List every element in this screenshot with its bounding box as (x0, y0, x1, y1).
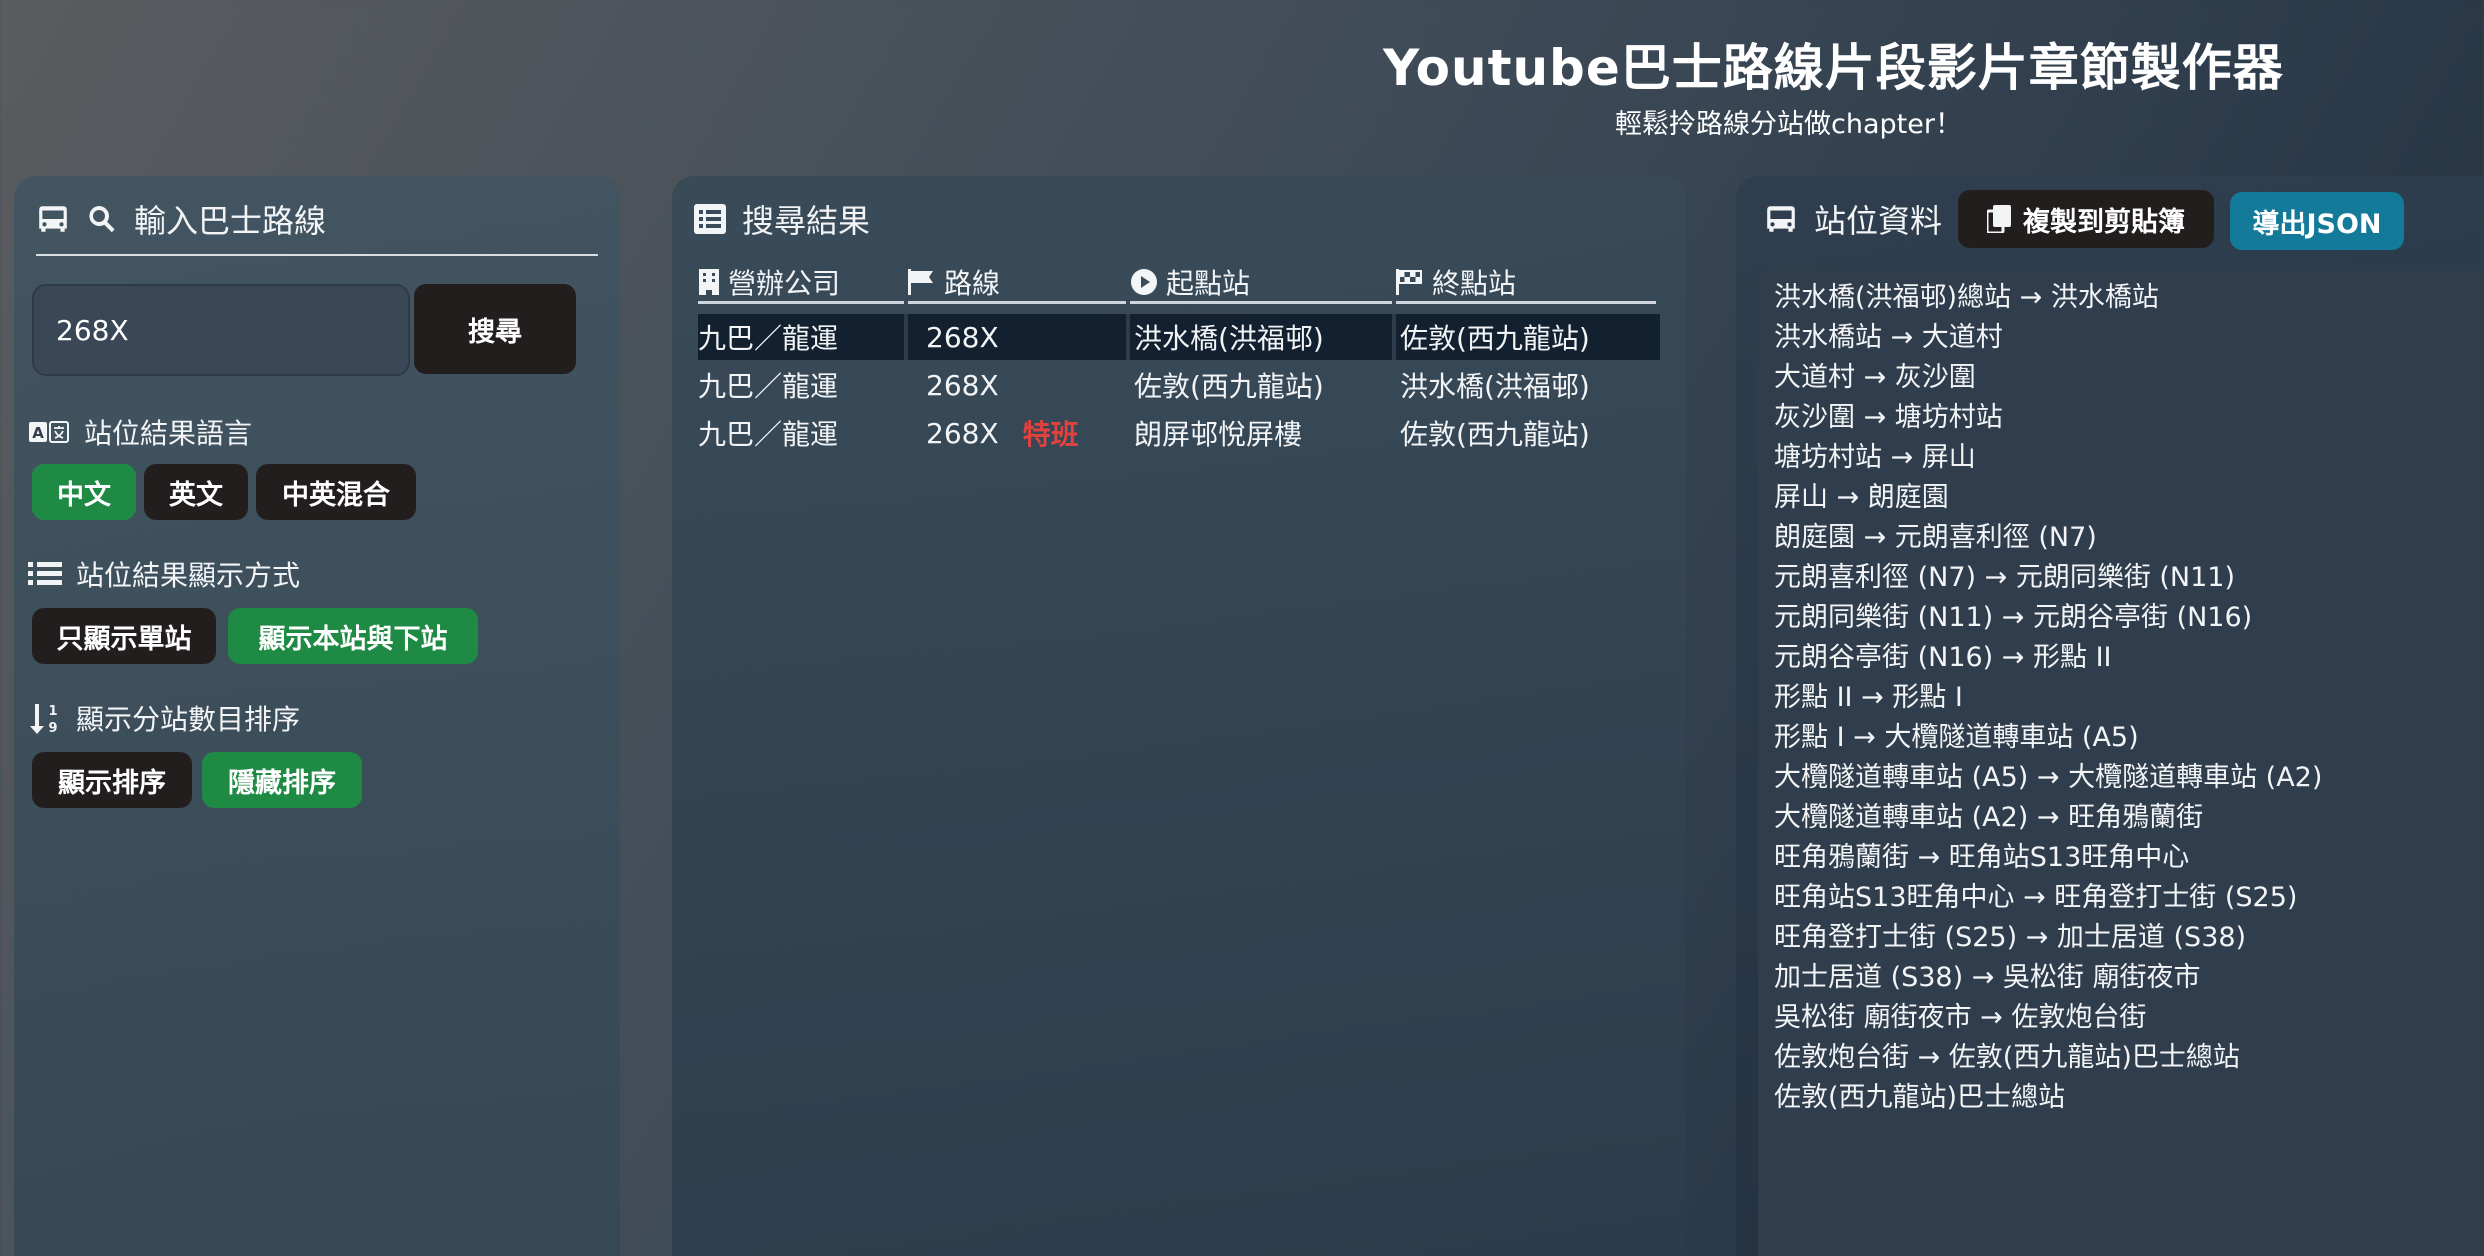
special-service-tag: 特班 (1022, 418, 1079, 451)
sort-section-label: 19 顯示分站數目排序 (28, 698, 300, 738)
display-label: 站位結果顯示方式 (76, 559, 301, 592)
lang-mixed-button[interactable]: 中英混合 (256, 464, 416, 520)
route-input-title: 輸入巴士路線 (134, 202, 327, 240)
col-company[interactable]: 營辦公司 (698, 262, 904, 304)
route-search-value: 268X (56, 313, 129, 347)
display-section-label: 站位結果顯示方式 (28, 554, 300, 594)
stop-item: 吳松街 廟街夜市 → 佐敦炮台街 (1774, 1002, 2147, 1033)
lang-english-button[interactable]: 英文 (144, 464, 248, 520)
col-route[interactable]: 路線 (908, 262, 1126, 304)
col-origin[interactable]: 起點站 (1130, 262, 1392, 304)
display-single-button[interactable]: 只顯示單站 (32, 608, 216, 664)
results-heading: 搜尋結果 (694, 196, 870, 242)
result-row[interactable]: 九巴／龍運 268X 特班 朗屏邨悅屏樓 佐敦(西九龍站) (698, 410, 1660, 456)
stop-item: 洪水橋站 → 大道村 (1774, 322, 2003, 353)
row-route-cell: 268X 特班 (908, 410, 1130, 456)
bus-icon (36, 202, 70, 236)
stop-item: 形點 I → 大欖隧道轉車站 (A5) (1774, 722, 2139, 753)
svg-text:9: 9 (48, 721, 57, 734)
search-icon (86, 203, 118, 235)
copy-icon (1987, 205, 2011, 233)
route-search-input[interactable]: 268X (32, 284, 410, 376)
stop-item: 元朗喜利徑 (N7) → 元朗同樂街 (N11) (1774, 562, 2236, 593)
col-company-label: 營辦公司 (728, 266, 841, 300)
page-title: Youtube巴士路線片段影片章節製作器 (1383, 39, 2284, 97)
building-icon (698, 268, 720, 295)
row-company: 九巴／龍運 (698, 314, 908, 360)
col-destination-label: 終點站 (1432, 266, 1517, 300)
stop-item: 塘坊村站 → 屏山 (1774, 442, 1976, 473)
stops-title: 站位資料 (1814, 202, 1943, 240)
svg-text:1: 1 (48, 704, 57, 719)
translate-icon: A (28, 419, 70, 445)
row-origin: 朗屏邨悅屏樓 (1134, 418, 1303, 451)
stop-item: 旺角登打士街 (S25) → 加士居道 (S38) (1774, 922, 2247, 953)
stops-list[interactable]: 洪水橋(洪福邨)總站 → 洪水橋站 洪水橋站 → 大道村 大道村 → 灰沙圍 灰沙圍 … (1758, 270, 2484, 1256)
language-label: 站位結果語言 (84, 417, 253, 450)
play-circle-icon (1130, 268, 1158, 296)
lang-chinese-button[interactable]: 中文 (32, 464, 136, 520)
row-origin: 佐敦(西九龍站) (1134, 370, 1324, 403)
row-origin: 洪水橋(洪福邨) (1130, 314, 1396, 360)
stop-item: 大欖隧道轉車站 (A5) → 大欖隧道轉車站 (A2) (1774, 762, 2323, 793)
hide-sort-button[interactable]: 隱藏排序 (202, 752, 362, 808)
results-title: 搜尋結果 (742, 202, 871, 240)
row-route: 268X (926, 416, 999, 450)
route-input-heading: 輸入巴士路線 (36, 196, 326, 242)
stops-heading: 站位資料 (1764, 196, 1942, 242)
stop-item: 佐敦(西九龍站)巴士總站 (1774, 1082, 2066, 1113)
route-input-panel: 輸入巴士路線 268X 搜尋 A 站位結果語言 中文 英文 中英混合 站位結果顯… (14, 176, 620, 1256)
svg-text:A: A (32, 424, 44, 442)
row-route: 268X (908, 314, 1130, 360)
sort-label: 顯示分站數目排序 (76, 703, 301, 736)
stop-item: 元朗同樂街 (N11) → 元朗谷亭街 (N16) (1774, 602, 2253, 633)
stop-item: 形點 II → 形點 I (1774, 682, 1963, 713)
row-route: 268X (926, 368, 999, 402)
stop-item: 旺角站S13旺角中心 → 旺角登打士街 (S25) (1774, 882, 2298, 913)
row-destination: 佐敦(西九龍站) (1400, 418, 1590, 451)
copy-button-label: 複製到剪貼簿 (2023, 206, 2185, 238)
stops-panel: 站位資料 複製到剪貼簿 導出JSON 洪水橋(洪福邨)總站 → 洪水橋站 洪水橋站… (1736, 176, 2484, 1256)
checkered-flag-icon (1396, 268, 1424, 295)
col-origin-label: 起點站 (1166, 266, 1251, 300)
row-company: 九巴／龍運 (698, 418, 839, 451)
results-table-header: 營辦公司 路線 起點站 終點站 (698, 262, 1660, 304)
list-icon (28, 560, 62, 588)
copy-to-clipboard-button[interactable]: 複製到剪貼簿 (1958, 190, 2214, 248)
search-button[interactable]: 搜尋 (414, 284, 576, 374)
divider (36, 254, 598, 256)
stop-item: 旺角鴉蘭街 → 旺角站S13旺角中心 (1774, 842, 2190, 873)
stop-item: 佐敦炮台街 → 佐敦(西九龍站)巴士總站 (1774, 1042, 2240, 1073)
stop-item: 大欖隧道轉車站 (A2) → 旺角鴉蘭街 (1774, 802, 2204, 833)
page-subtitle: 輕鬆拎路線分站做chapter！ (1615, 109, 1962, 140)
flag-icon (908, 268, 936, 295)
stop-item: 加士居道 (S38) → 吳松街 廟街夜市 (1774, 962, 2201, 993)
stop-item: 洪水橋(洪福邨)總站 → 洪水橋站 (1774, 282, 2159, 313)
col-route-label: 路線 (944, 266, 1001, 300)
result-row[interactable]: 九巴／龍運 268X 佐敦(西九龍站) 洪水橋(洪福邨) (698, 362, 1660, 408)
stop-item: 灰沙圍 → 塘坊村站 (1774, 402, 2003, 433)
row-destination: 佐敦(西九龍站) (1400, 322, 1590, 355)
stop-item: 朗庭園 → 元朗喜利徑 (N7) (1774, 522, 2097, 553)
show-sort-button[interactable]: 顯示排序 (32, 752, 192, 808)
sort-numeric-icon: 19 (28, 702, 62, 734)
row-company: 九巴／龍運 (698, 370, 839, 403)
list-alt-icon (694, 204, 726, 234)
result-row[interactable]: 九巴／龍運 268X 洪水橋(洪福邨) 佐敦(西九龍站) (698, 314, 1660, 360)
language-section-label: A 站位結果語言 (28, 412, 252, 452)
display-current-next-button[interactable]: 顯示本站與下站 (228, 608, 478, 664)
col-destination[interactable]: 終點站 (1396, 262, 1656, 304)
stop-item: 大道村 → 灰沙圍 (1774, 362, 1976, 393)
search-results-panel: 搜尋結果 營辦公司 路線 起點站 終點站 九巴／龍運 268X 洪水橋(洪福邨)… (672, 176, 1686, 1256)
stop-item: 屏山 → 朗庭園 (1774, 482, 1949, 513)
bus-icon (1764, 202, 1798, 236)
export-json-button[interactable]: 導出JSON (2230, 192, 2404, 250)
row-destination: 洪水橋(洪福邨) (1400, 370, 1590, 403)
stop-item: 元朗谷亭街 (N16) → 形點 II (1774, 642, 2112, 673)
